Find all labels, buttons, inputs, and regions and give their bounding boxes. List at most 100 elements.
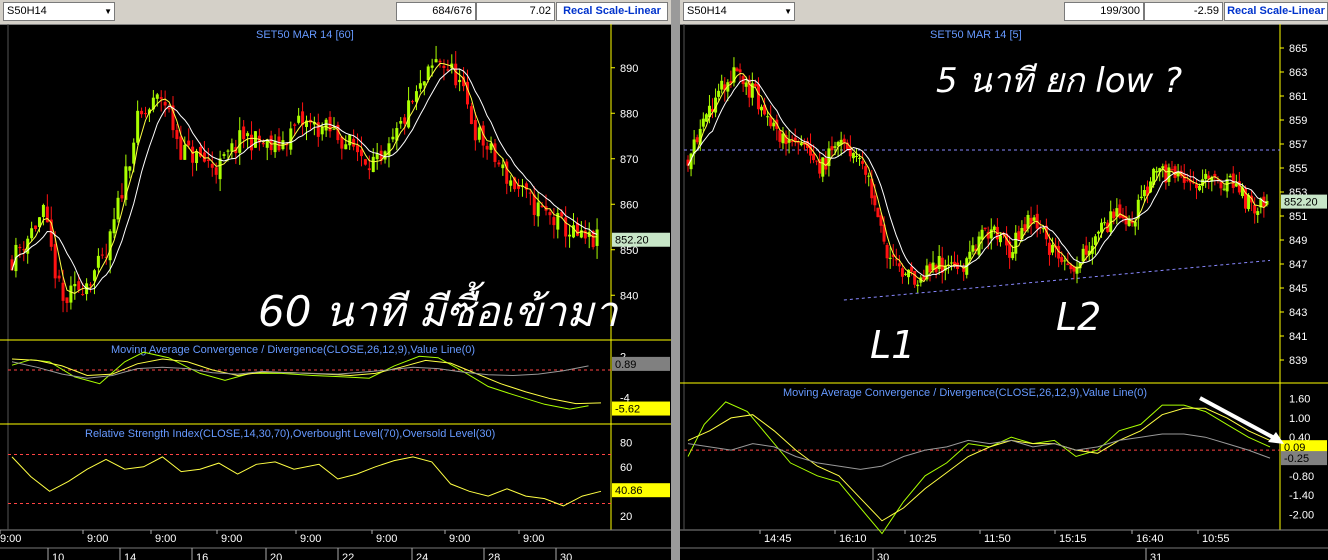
candle-body: [371, 156, 375, 173]
price-tick-label: 845: [1289, 283, 1307, 295]
candle-body: [438, 60, 442, 63]
candle-body: [77, 281, 81, 290]
candle-body: [861, 161, 865, 164]
candle-body: [65, 297, 69, 304]
candle-body: [454, 63, 458, 86]
candle-body: [854, 156, 858, 158]
candle-body: [1234, 183, 1238, 187]
candle-body: [1228, 175, 1232, 178]
candle-body: [778, 130, 782, 142]
rsi-title: Relative Strength Index(CLOSE,14,30,70),…: [85, 428, 495, 440]
candle-body: [575, 222, 579, 236]
candle-body: [876, 207, 880, 218]
candle-body: [1032, 217, 1036, 221]
candle-body: [756, 84, 760, 110]
candle-body: [1253, 205, 1257, 214]
candle-body: [897, 263, 901, 267]
time-label: 9:00: [300, 533, 321, 545]
price-tick-label: 863: [1289, 67, 1307, 79]
macd-tick-label: 1.00: [1289, 413, 1310, 425]
candle-body: [781, 133, 785, 144]
candle-body: [214, 167, 218, 175]
macd-tick-label: -2.00: [1289, 509, 1314, 521]
candle-body: [812, 153, 816, 161]
candle-body: [218, 158, 222, 180]
date-label: 24: [416, 552, 428, 560]
candle-body: [159, 97, 163, 99]
candle-body: [230, 143, 234, 152]
candle-body: [1051, 244, 1055, 253]
price-tick-label: 890: [620, 63, 638, 75]
macd-line: [11, 351, 589, 410]
candle-body: [375, 153, 379, 160]
candle-body: [799, 143, 803, 146]
candle-body: [885, 245, 889, 259]
candle-body: [442, 65, 446, 68]
candle-body: [830, 146, 834, 151]
candle-body: [261, 142, 265, 145]
annotation-5min: 5 นาที ยก low ?: [936, 61, 1182, 101]
candle-body: [568, 234, 572, 237]
candle-body: [485, 145, 489, 150]
time-label: 9:00: [449, 533, 470, 545]
price-tick-label: 851: [1289, 211, 1307, 223]
candle-body: [163, 101, 167, 106]
macd-title: Moving Average Convergence / Divergence(…: [111, 344, 475, 356]
date-label: 30: [560, 552, 572, 560]
candle-body: [753, 83, 757, 87]
candle-body: [434, 59, 438, 63]
moving-average-slow: [687, 78, 1268, 277]
time-label: 9:00: [0, 533, 21, 545]
candle-body: [738, 69, 742, 73]
macd-signal-line: [11, 358, 602, 405]
left-chart-svg: SET50 MAR 14 [60]840850860870880890852.2…: [0, 24, 671, 560]
price-tick-label: 859: [1289, 115, 1307, 127]
candle-body: [916, 284, 920, 287]
candle-body: [18, 246, 22, 249]
moving-average-fast: [687, 72, 1268, 283]
candle-body: [1014, 232, 1018, 254]
candle-body: [175, 130, 179, 140]
candle-body: [222, 154, 226, 156]
candle-body: [760, 106, 764, 111]
candle-body: [238, 130, 242, 153]
candle-body: [928, 263, 932, 273]
candle-body: [273, 140, 277, 153]
candle-body: [367, 168, 371, 171]
candle-body: [1017, 231, 1021, 241]
rsi-tick-label: 20: [620, 511, 632, 523]
rsi-tick-label: 80: [620, 437, 632, 449]
candle-body: [864, 166, 868, 175]
price-tick-label: 860: [620, 199, 638, 211]
right-chart-svg: SET50 MAR 14 [5]839841843845847849851853…: [680, 24, 1328, 560]
candle-body: [391, 136, 395, 140]
candle-body: [1084, 245, 1088, 255]
chart-title: SET50 MAR 14 [60]: [256, 29, 354, 41]
candle-body: [403, 117, 407, 124]
candle-body: [41, 204, 45, 218]
candle-body: [293, 124, 297, 126]
candle-body: [61, 282, 65, 301]
candle-body: [493, 143, 497, 162]
candle-body: [242, 126, 246, 140]
candle-body: [1060, 257, 1064, 263]
candle-body: [744, 82, 748, 87]
candle-body: [144, 113, 148, 115]
candle-body: [815, 160, 819, 162]
right-chart-pane: S50H14 ▼ 199/300 -2.59 Recal Scale-Linear…: [680, 0, 1328, 560]
candle-body: [501, 164, 505, 169]
candle-body: [796, 142, 800, 144]
candle-body: [226, 150, 230, 152]
candle-body: [418, 83, 422, 89]
candle-body: [359, 149, 363, 157]
date-label: 30: [877, 552, 889, 560]
macd-title: Moving Average Convergence / Divergence(…: [783, 387, 1147, 399]
pane-separator[interactable]: [671, 0, 680, 560]
candle-body: [1139, 196, 1143, 199]
candle-body: [1011, 252, 1015, 259]
candle-body: [422, 81, 426, 86]
candle-body: [701, 118, 705, 127]
date-label: 22: [342, 552, 354, 560]
price-tick-label: 857: [1289, 139, 1307, 151]
candle-body: [136, 110, 140, 143]
